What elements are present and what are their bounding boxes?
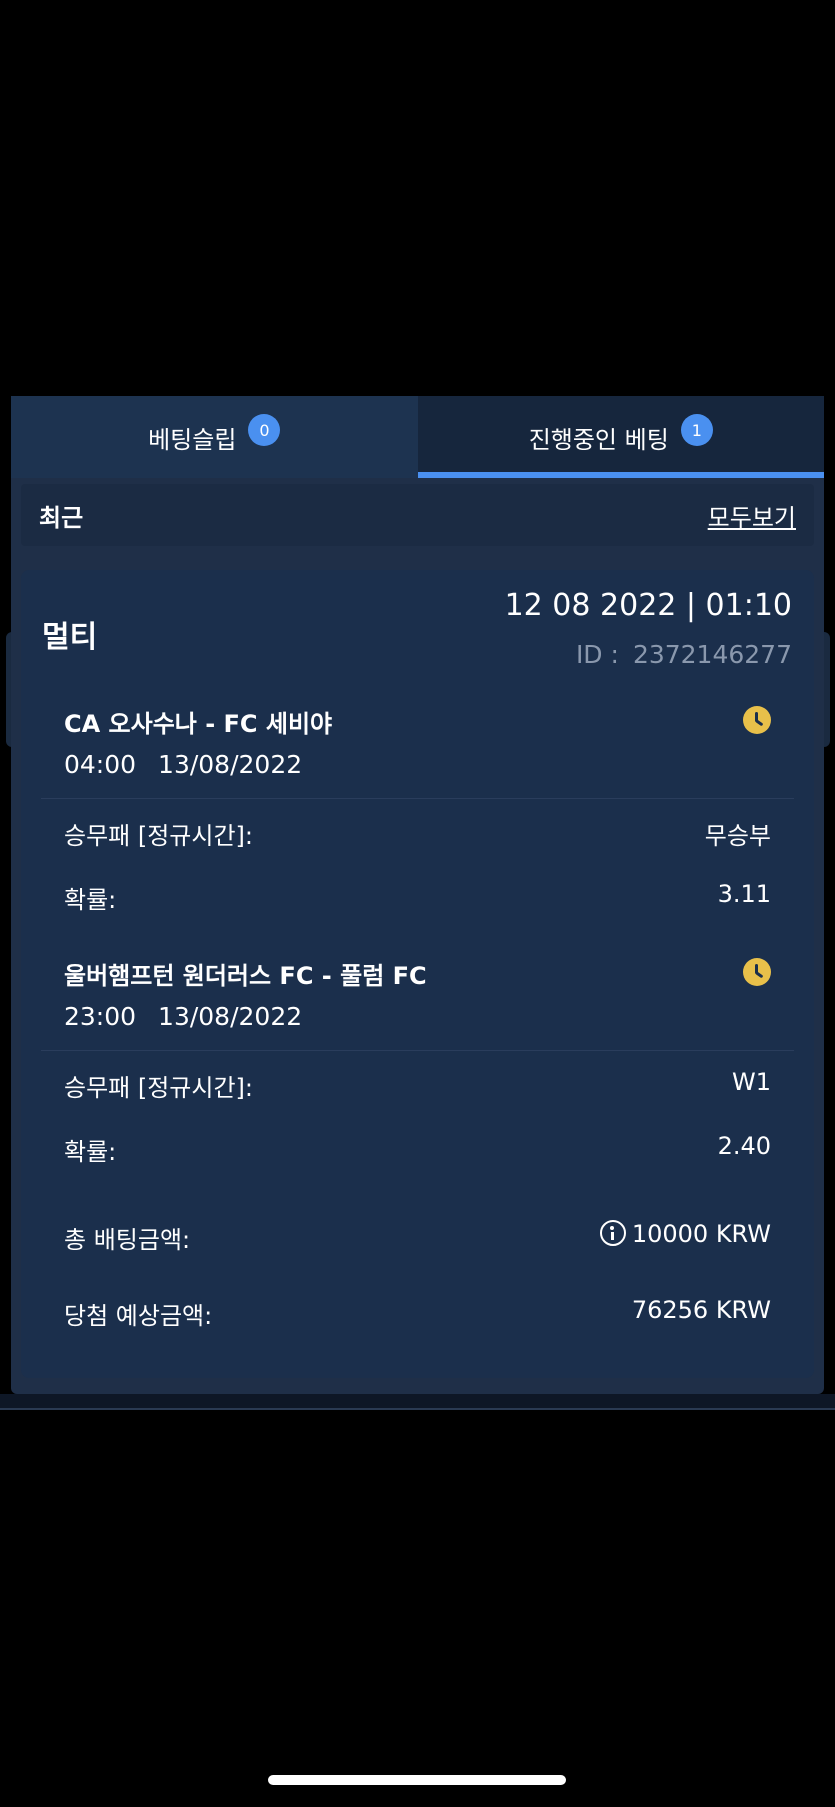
market-label: 승무패 [정규시간]: xyxy=(64,822,254,850)
potential-payout-value: 76256 KRW xyxy=(631,1296,771,1324)
tab-open-bets-badge: 1 xyxy=(680,414,713,446)
divider xyxy=(41,798,794,799)
match-time: 04:00 xyxy=(64,750,137,779)
match-name: 울버햄프턴 원더러스 FC - 풀럼 FC xyxy=(64,962,427,990)
bet-id-label: ID : xyxy=(575,640,619,669)
bet-id: ID : 2372146277 xyxy=(576,640,792,669)
tab-betslip-label: 베팅슬립 xyxy=(148,425,237,454)
bet-type: 멀티 xyxy=(42,620,98,655)
bet-card[interactable]: 멀티 12 08 2022 | 01:10 ID : 2372146277 CA … xyxy=(21,570,814,1378)
tab-open-bets[interactable]: 진행중인 베팅 1 xyxy=(417,396,824,478)
recent-header: 최근 모두보기 xyxy=(21,484,814,546)
bet-id-value: 2372146277 xyxy=(632,640,792,669)
tab-open-bets-label: 진행중인 베팅 xyxy=(528,425,669,454)
odds-row: 확률: 2.40 xyxy=(64,1132,771,1167)
see-all-link[interactable]: 모두보기 xyxy=(708,498,796,533)
match-start-time: 04:00 13/08/2022 xyxy=(64,750,302,779)
match-name: CA 오사수나 - FC 세비야 xyxy=(64,710,333,738)
total-stake-row: 총 배팅금액: 10000 KRW xyxy=(64,1220,771,1255)
bet-datetime: 12 08 2022 | 01:10 xyxy=(504,588,792,623)
clock-icon xyxy=(743,958,771,986)
total-stake-value: 10000 KRW xyxy=(631,1220,771,1248)
odds-row: 확률: 3.11 xyxy=(64,880,771,915)
home-indicator[interactable] xyxy=(268,1775,566,1785)
active-tab-indicator xyxy=(418,472,824,478)
odds-value: 3.11 xyxy=(717,880,771,908)
potential-payout-row: 당첨 예상금액: 76256 KRW xyxy=(64,1296,771,1331)
tab-betslip[interactable]: 베팅슬립 0 xyxy=(11,396,418,478)
total-stake-value-wrap: 10000 KRW xyxy=(599,1220,771,1255)
info-icon[interactable] xyxy=(599,1220,626,1246)
odds-value: 2.40 xyxy=(717,1132,771,1160)
tab-bar: 베팅슬립 0 진행중인 베팅 1 xyxy=(11,396,824,478)
bet-panel: 베팅슬립 0 진행중인 베팅 1 최근 모두보기 멀티 12 08 2022 |… xyxy=(11,396,824,1394)
match-date: 13/08/2022 xyxy=(158,750,303,779)
underlying-page-divider xyxy=(0,1408,835,1410)
match-start-time: 23:00 13/08/2022 xyxy=(64,1002,302,1031)
match-time: 23:00 xyxy=(64,1002,137,1031)
odds-label: 확률: xyxy=(64,886,117,914)
market-label: 승무패 [정규시간]: xyxy=(64,1074,254,1102)
match-date: 13/08/2022 xyxy=(158,1002,303,1031)
potential-payout-label: 당첨 예상금액: xyxy=(64,1302,213,1330)
clock-icon xyxy=(743,706,771,734)
market-value: W1 xyxy=(732,1068,771,1096)
market-value: 무승부 xyxy=(704,822,771,850)
recent-title: 최근 xyxy=(39,503,84,532)
tab-betslip-badge: 0 xyxy=(248,414,281,446)
market-row: 승무패 [정규시간]: 무승부 xyxy=(64,816,771,851)
total-stake-label: 총 배팅금액: xyxy=(64,1226,191,1254)
divider xyxy=(41,1050,794,1051)
odds-label: 확률: xyxy=(64,1138,117,1166)
market-row: 승무패 [정규시간]: W1 xyxy=(64,1068,771,1103)
